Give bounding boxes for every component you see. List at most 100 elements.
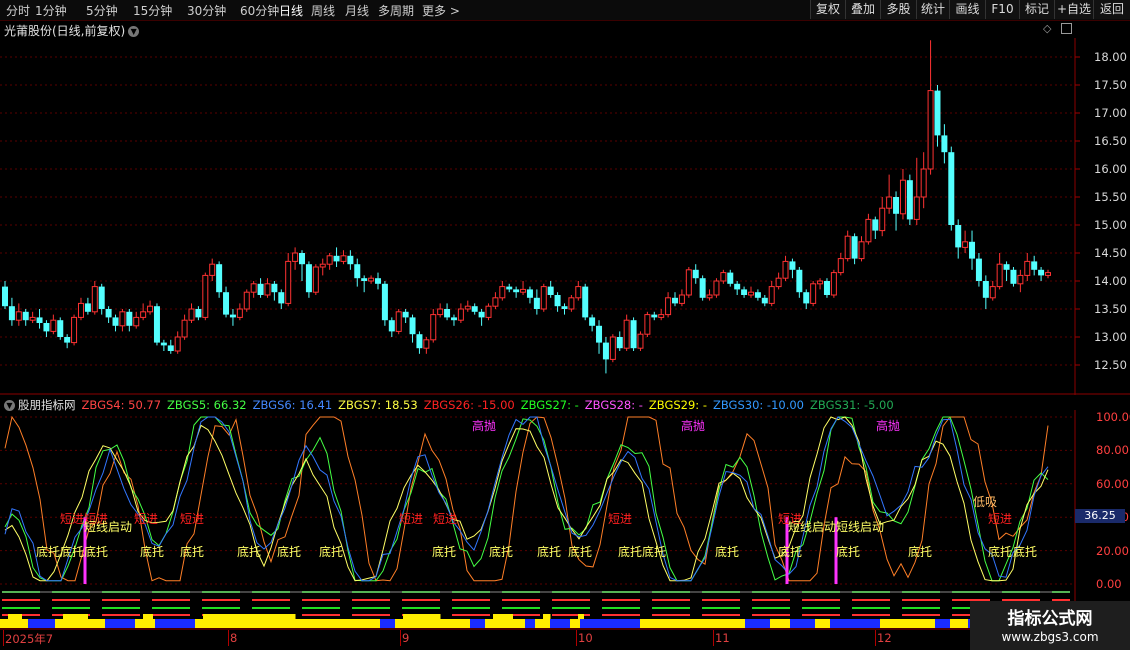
candle-down: [216, 264, 223, 293]
candle-up: [879, 207, 886, 232]
indicator-tick-label: 80.00: [1096, 443, 1129, 458]
date-tick: [875, 630, 876, 646]
candle-down: [699, 278, 706, 298]
date-tick-label: 8: [230, 631, 238, 645]
candle-down: [223, 292, 230, 315]
candle-up: [437, 308, 444, 316]
tab-weekly[interactable]: 周线: [311, 2, 335, 19]
candle-down: [1010, 269, 1017, 284]
mark-button[interactable]: 标记: [1019, 0, 1054, 19]
watermark-title: 指标公式网: [1007, 609, 1093, 629]
candle-down: [347, 255, 354, 265]
candle-down: [741, 289, 748, 295]
candle-up: [837, 258, 844, 274]
candle-up: [1024, 260, 1031, 276]
price-tick-label: 16.00: [1094, 162, 1127, 176]
band-yellow: [570, 619, 580, 628]
candle-up: [423, 339, 430, 349]
tab-5min[interactable]: 5分钟: [86, 2, 118, 19]
signal-label-bottom: 底托: [537, 545, 562, 559]
signal-label-start: 短线启动: [836, 520, 885, 534]
candle-up: [858, 241, 865, 260]
tab-60min[interactable]: 60分钟: [240, 2, 279, 19]
add-watchlist-button[interactable]: +自选: [1054, 0, 1093, 19]
chevron-down-icon[interactable]: ▼: [128, 26, 140, 37]
candle-up: [927, 90, 934, 170]
candle-up: [285, 260, 292, 304]
candle-up: [243, 291, 250, 310]
panel-icon[interactable]: [1061, 23, 1072, 34]
candle-down: [941, 135, 948, 153]
candle-down: [948, 152, 955, 225]
candle-down: [934, 90, 941, 136]
tab-30min[interactable]: 30分钟: [187, 2, 226, 19]
stats-button[interactable]: 统计: [916, 0, 949, 19]
candle-up: [188, 308, 195, 321]
tab-fenshi[interactable]: 分时: [6, 2, 30, 19]
candle-up: [913, 196, 920, 220]
band-yellow: [950, 619, 968, 628]
candle-down: [651, 314, 658, 318]
band-yellow: [535, 619, 550, 628]
candle-up: [264, 283, 271, 296]
tab-1min[interactable]: 1分钟: [35, 2, 67, 19]
band-yellow: [395, 619, 470, 628]
band-yellow: [493, 614, 513, 619]
candle-down: [43, 323, 50, 332]
multi-stock-button[interactable]: 多股: [880, 0, 916, 19]
candle-down: [872, 219, 879, 231]
candle-down: [126, 311, 133, 326]
candle-down: [374, 278, 381, 284]
candle-down: [1038, 269, 1045, 276]
draw-line-button[interactable]: 画线: [949, 0, 985, 19]
indicator-tick-label: 0.00: [1096, 577, 1122, 591]
chart-title[interactable]: 光莆股份(日线,前复权) ▼: [4, 22, 140, 39]
candle-up: [202, 274, 209, 318]
candle-down: [278, 292, 285, 304]
signal-label-bottom: 底托: [432, 545, 457, 559]
candle-down: [727, 272, 734, 284]
stock-title: 光莆股份(日线,前复权): [4, 24, 126, 38]
signal-label-bottom: 底托: [180, 545, 205, 559]
candle-down: [906, 180, 913, 220]
signal-label-bottom: 底托: [319, 545, 344, 559]
fuquan-button[interactable]: 复权: [810, 0, 845, 19]
diamond-icon[interactable]: ◇: [1043, 22, 1051, 35]
date-tick: [400, 630, 401, 646]
candle-up: [989, 286, 996, 299]
candle-down: [561, 306, 568, 309]
candle-down: [589, 317, 596, 326]
candle-up: [713, 280, 720, 296]
candle-down: [554, 295, 561, 307]
candle-down: [8, 306, 15, 321]
tab-15min[interactable]: 15分钟: [133, 2, 172, 19]
f10-button[interactable]: F10: [985, 0, 1019, 19]
tab-monthly[interactable]: 月线: [345, 2, 369, 19]
candle-up: [830, 272, 837, 296]
candle-down: [361, 278, 368, 281]
signal-label-bottom: 底托: [715, 545, 740, 559]
candle-down: [789, 261, 796, 270]
candle-up: [720, 272, 727, 282]
tab-more[interactable]: 更多 >: [422, 2, 460, 19]
candle-up: [609, 336, 616, 360]
candle-up: [685, 269, 692, 296]
candle-up: [817, 280, 824, 285]
signal-label-buy: 短进: [180, 512, 205, 526]
tab-multi-period[interactable]: 多周期: [378, 2, 414, 19]
candle-down: [57, 320, 64, 337]
price-tick-label: 14.50: [1094, 246, 1127, 260]
candle-down: [299, 253, 306, 265]
overlay-button[interactable]: 叠加: [845, 0, 880, 19]
date-tick: [228, 630, 229, 646]
candle-up: [457, 308, 464, 321]
back-button[interactable]: 返回: [1093, 0, 1130, 19]
signal-label-bottom: 底托: [237, 545, 262, 559]
candlestick-chart[interactable]: [0, 38, 1130, 395]
tab-daily[interactable]: 日线: [279, 2, 303, 19]
candle-down: [36, 317, 43, 323]
candle-down: [388, 320, 395, 332]
candle-down: [402, 311, 409, 318]
indicator-chart[interactable]: [0, 410, 1130, 630]
period-toolbar: 分时 1分钟 5分钟 15分钟 30分钟 60分钟 日线 周线 月线 多周期 更…: [0, 0, 1130, 21]
